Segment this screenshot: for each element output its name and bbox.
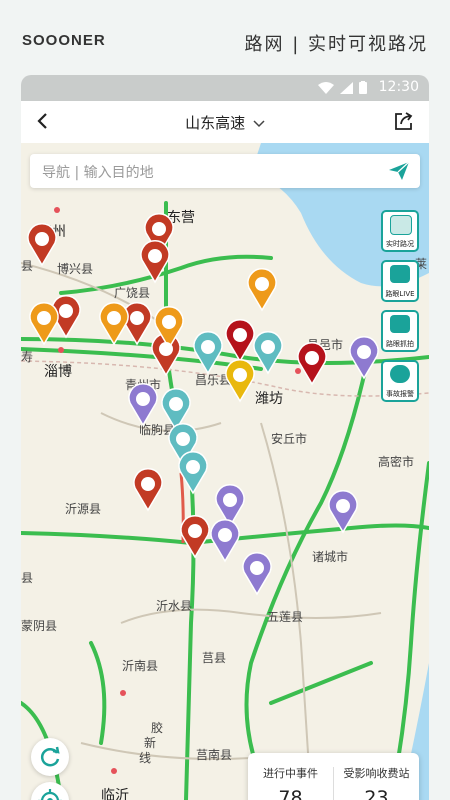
side-button-label: 路眼抓拍 bbox=[386, 340, 414, 348]
wifi-icon bbox=[318, 81, 334, 94]
brand-logo: SOOONER bbox=[22, 32, 106, 49]
city-label: 沂源县 bbox=[65, 502, 102, 516]
refresh-button[interactable] bbox=[31, 738, 69, 776]
side-button-label: 实时路况 bbox=[386, 240, 414, 248]
city-label: 昌乐县 bbox=[195, 373, 232, 387]
tagline: 路网 | 实时可视路况 bbox=[244, 34, 428, 55]
nav-bar: 山东高速 bbox=[21, 101, 429, 144]
ongoing-events-label: 进行中事件 bbox=[263, 767, 318, 780]
ongoing-events-value: 78 bbox=[278, 787, 303, 800]
signal-icon bbox=[340, 81, 353, 94]
battery-icon bbox=[359, 81, 367, 94]
accident-report-button[interactable]: 事故报警 bbox=[381, 360, 419, 402]
live-camera-icon bbox=[390, 265, 410, 283]
share-icon[interactable] bbox=[393, 110, 415, 132]
city-label: 昌邑市 bbox=[307, 338, 344, 352]
city-label: 淄博 bbox=[44, 364, 72, 380]
ongoing-events-stat[interactable]: 进行中事件 78 bbox=[248, 753, 333, 800]
city-label: 寿 bbox=[21, 350, 34, 364]
app-banner: SOOONER 路网 | 实时可视路况 bbox=[0, 0, 450, 74]
locate-icon bbox=[38, 789, 62, 800]
city-label: 莒南县 bbox=[196, 748, 233, 762]
city-label: 莒县 bbox=[202, 651, 227, 665]
affected-toll-stations-value: 23 bbox=[364, 787, 389, 800]
city-label: 青州市 bbox=[125, 378, 162, 392]
city-label: 五莲县 bbox=[267, 610, 304, 624]
refresh-icon bbox=[40, 746, 60, 767]
city-label: 潍坊 bbox=[255, 391, 283, 407]
camera-icon bbox=[390, 315, 410, 333]
city-label: 滨州 bbox=[38, 224, 66, 240]
city-label: 沂南县 bbox=[122, 659, 159, 673]
region-title: 山东高速 bbox=[185, 114, 246, 132]
city-label: 诸城市 bbox=[312, 550, 349, 564]
city-label: 沂水县 bbox=[156, 599, 193, 613]
road-live-button[interactable]: 路眼LIVE bbox=[381, 260, 419, 302]
locate-button[interactable] bbox=[31, 782, 69, 800]
side-button-label: 事故报警 bbox=[386, 390, 414, 398]
region-selector[interactable]: 山东高速 bbox=[21, 112, 429, 133]
city-label: 县 bbox=[21, 571, 34, 585]
city-label: 高密市 bbox=[378, 455, 415, 469]
search-bar[interactable]: 导航 | 输入目的地 bbox=[30, 154, 420, 188]
city-label: 县 bbox=[21, 259, 34, 273]
city-label: 临沂 bbox=[101, 788, 129, 800]
side-button-label: 路眼LIVE bbox=[385, 290, 415, 298]
police-icon bbox=[390, 365, 410, 383]
map-view[interactable]: 滨州 东营 博兴县 广饶县 淄博 青州市 昌乐县 潍坊 昌邑市 安丘市 高密市 … bbox=[21, 143, 429, 800]
send-icon[interactable] bbox=[388, 161, 410, 181]
status-icons bbox=[318, 81, 367, 94]
status-bar: 12:30 bbox=[21, 75, 429, 101]
phone-frame: 12:30 山东高速 滨州 东营 博兴县 广饶县 淄博 青州市 昌乐县 潍坊 昌… bbox=[21, 75, 429, 800]
city-label: 安丘市 bbox=[271, 432, 308, 446]
map-background bbox=[21, 143, 429, 800]
city-label: 东营 bbox=[167, 210, 195, 226]
search-input[interactable]: 导航 | 输入目的地 bbox=[42, 162, 154, 182]
traffic-light-icon bbox=[390, 215, 412, 235]
city-label: 蒙阴县 bbox=[21, 619, 58, 633]
status-time: 12:30 bbox=[378, 79, 419, 95]
event-stats-panel[interactable]: 进行中事件 78 受影响收费站 23 bbox=[248, 753, 419, 800]
city-label: 临朐县 bbox=[139, 423, 176, 437]
highway-label: 线 bbox=[139, 751, 152, 765]
affected-toll-stations-label: 受影响收费站 bbox=[343, 767, 410, 780]
realtime-traffic-button[interactable]: 实时路况 bbox=[381, 210, 419, 252]
road-snapshot-button[interactable]: 路眼抓拍 bbox=[381, 310, 419, 352]
chevron-down-icon bbox=[253, 120, 265, 128]
city-label: 广饶县 bbox=[114, 286, 151, 300]
affected-toll-stations-stat[interactable]: 受影响收费站 23 bbox=[334, 753, 419, 800]
city-label: 博兴县 bbox=[57, 262, 94, 276]
